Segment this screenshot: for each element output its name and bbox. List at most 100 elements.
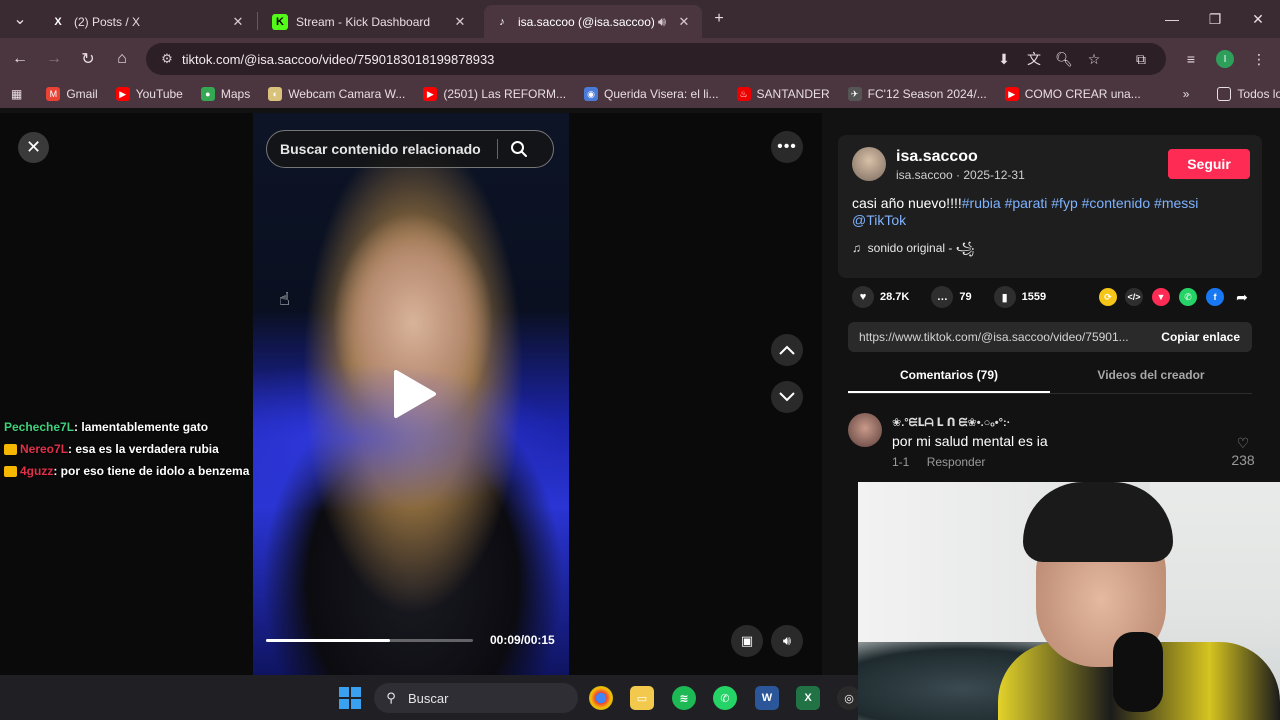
tab-x-posts[interactable]: X (2) Posts / X ✕ [40, 5, 256, 38]
whatsapp-icon[interactable]: ✆ [713, 686, 737, 710]
facebook-icon[interactable]: f [1206, 288, 1224, 306]
previous-video-button[interactable] [771, 334, 803, 366]
taskbar-search[interactable]: ⚲ Buscar [374, 683, 578, 713]
creator-subline: isa.saccoo · 2025-12-31 [896, 168, 1025, 182]
bookmark-santander[interactable]: ♨ SANTANDER [736, 87, 830, 101]
comment-text: por mi salud mental es ia [892, 433, 1048, 449]
bookmark-label: YouTube [135, 87, 183, 101]
tiktok-logo-icon: ♪ [499, 15, 505, 28]
share-arrow-icon[interactable]: ➦ [1233, 288, 1251, 306]
bookmark-gmail[interactable]: M Gmail [46, 87, 98, 101]
related-search-input[interactable] [267, 141, 497, 157]
sound-link[interactable]: ♫ sonido original - ꧁ [852, 239, 974, 263]
minimize-button[interactable]: — [1150, 0, 1194, 38]
word-icon[interactable]: W [755, 686, 779, 710]
commenter-avatar[interactable] [848, 413, 882, 447]
tab-creator-videos[interactable]: Videos del creador [1050, 362, 1252, 393]
forward-button[interactable]: → [42, 47, 66, 71]
copy-link-button[interactable]: Copiar enlace [1149, 330, 1252, 344]
related-search-bar [266, 130, 554, 168]
taskbar-search-label: Buscar [408, 690, 449, 706]
reply-button[interactable]: Responder [927, 455, 986, 469]
bookmark-querida-visera[interactable]: ◉ Querida Visera: el li... [584, 87, 719, 101]
close-tab-icon[interactable]: ✕ [452, 14, 468, 30]
hashtag-link[interactable]: #messi [1154, 195, 1198, 211]
whatsapp-icon[interactable]: ✆ [1179, 288, 1197, 306]
address-url[interactable]: tiktok.com/@isa.saccoo/video/75901830181… [182, 52, 494, 67]
hashtag-link[interactable]: #fyp [1051, 195, 1077, 211]
extensions-icon[interactable]: ⧉ [1130, 48, 1152, 70]
play-icon[interactable] [388, 368, 440, 420]
hashtag-link[interactable]: #parati [1005, 195, 1048, 211]
hashtag-link[interactable]: #contenido [1082, 195, 1151, 211]
bookmark-label: Gmail [66, 87, 98, 101]
crown-badge-icon [4, 465, 17, 477]
screen: ⌄ X (2) Posts / X ✕ K Stream - Kick Dash… [0, 0, 1280, 720]
like-count: 28.7K [880, 291, 910, 303]
floating-player-icon[interactable]: ▣ [731, 625, 763, 657]
comment-icon[interactable]: … [931, 286, 954, 308]
comment-like[interactable]: ♡ 238 [1230, 435, 1256, 468]
mention-link[interactable]: @TikTok [852, 212, 906, 228]
home-button[interactable]: ⌂ [110, 47, 134, 71]
chrome-icon[interactable] [589, 686, 613, 710]
tab-search-icon[interactable]: ⌄ [8, 7, 32, 31]
profile-avatar[interactable]: I [1216, 50, 1234, 68]
creator-handle[interactable]: isa.saccoo [896, 148, 978, 166]
bookmarks-overflow-button[interactable]: » [1183, 87, 1190, 101]
video-link-text[interactable]: https://www.tiktok.com/@isa.saccoo/video… [848, 330, 1149, 344]
menu-kebab-icon[interactable]: ⋮ [1248, 48, 1270, 70]
maximize-button[interactable]: ❐ [1193, 0, 1237, 38]
kick-logo-icon: K [272, 13, 288, 30]
repost-icon[interactable]: ⟳ [1099, 288, 1117, 306]
zoom-icon[interactable]: 🔍︎ [1053, 48, 1075, 70]
bookmark-icon[interactable]: ▮ [993, 286, 1016, 308]
follow-button[interactable]: Seguir [1168, 149, 1250, 179]
volume-icon[interactable]: 🔊︎ [771, 625, 803, 657]
video-area: ✕ ☝ 00:09/00:15 ••• [0, 113, 822, 675]
hashtag-link[interactable]: #rubia [962, 195, 1001, 211]
back-button[interactable]: ← [8, 47, 32, 71]
video-progress-bar[interactable] [266, 639, 473, 642]
install-app-icon[interactable]: ⬇ [993, 48, 1015, 70]
close-window-button[interactable]: ✕ [1236, 0, 1280, 38]
browser-toolbar: ← → ↻ ⌂ ⚙ tiktok.com/@isa.saccoo/video/7… [0, 38, 1280, 80]
sound-name: sonido original - ꧁ [867, 241, 975, 255]
bookmark-fc12[interactable]: ✈ FC'12 Season 2024/... [847, 87, 987, 101]
bookmark-reformas[interactable]: ▶ (2501) Las REFORM... [423, 87, 566, 101]
speaker-icon[interactable]: 🔊︎ [654, 14, 670, 30]
search-icon[interactable] [498, 140, 540, 158]
bookmark-maps[interactable]: ● Maps [200, 87, 250, 101]
reload-button[interactable]: ↻ [76, 47, 100, 71]
spotify-icon[interactable]: ≋ [672, 686, 696, 710]
bookmark-webcam[interactable]: ◐ Webcam Camara W... [268, 87, 405, 101]
translate-icon[interactable]: 文 [1023, 48, 1045, 70]
commenter-name[interactable]: ❀.°ᙓᒪᗩ ᒪ ᑎ ᙓ❀•.○ₒ•°:· [892, 416, 1010, 430]
bookmark-star-icon[interactable]: ☆ [1083, 48, 1105, 70]
tab-tiktok[interactable]: ♪ isa.saccoo (@isa.saccoo) | T 🔊︎ ✕ [484, 5, 702, 38]
site-info-icon[interactable]: ⚙ [152, 51, 182, 67]
apps-grid-icon[interactable]: ▦ [11, 87, 22, 101]
file-explorer-icon[interactable]: ▭ [630, 686, 654, 710]
media-control-icon[interactable]: ≡ [1180, 48, 1202, 70]
windows-start-icon[interactable] [339, 687, 361, 709]
close-tab-icon[interactable]: ✕ [676, 14, 692, 30]
excel-icon[interactable]: X [796, 686, 820, 710]
tab-kick-dashboard[interactable]: K Stream - Kick Dashboard ✕ [262, 5, 478, 38]
tab-comments[interactable]: Comentarios (79) [848, 362, 1050, 393]
new-tab-button[interactable]: + [707, 7, 731, 31]
close-tab-icon[interactable]: ✕ [230, 14, 246, 30]
next-video-button[interactable] [771, 381, 803, 413]
embed-code-icon[interactable]: </> [1125, 288, 1143, 306]
site-icon: ◉ [584, 87, 599, 101]
bookmark-youtube[interactable]: ▶ YouTube [115, 87, 183, 101]
microphone-icon [1113, 632, 1163, 712]
all-bookmarks[interactable]: Todos los favoritos [1217, 87, 1280, 101]
bookmark-como-crear[interactable]: ▶ COMO CREAR una... [1004, 87, 1141, 101]
more-options-button[interactable]: ••• [771, 131, 803, 163]
close-video-button[interactable]: ✕ [18, 132, 49, 163]
send-to-friends-icon[interactable]: ▼ [1152, 288, 1170, 306]
tab-title: (2) Posts / X [74, 14, 141, 29]
like-heart-icon[interactable]: ♥ [852, 286, 874, 308]
creator-avatar[interactable] [852, 147, 886, 181]
